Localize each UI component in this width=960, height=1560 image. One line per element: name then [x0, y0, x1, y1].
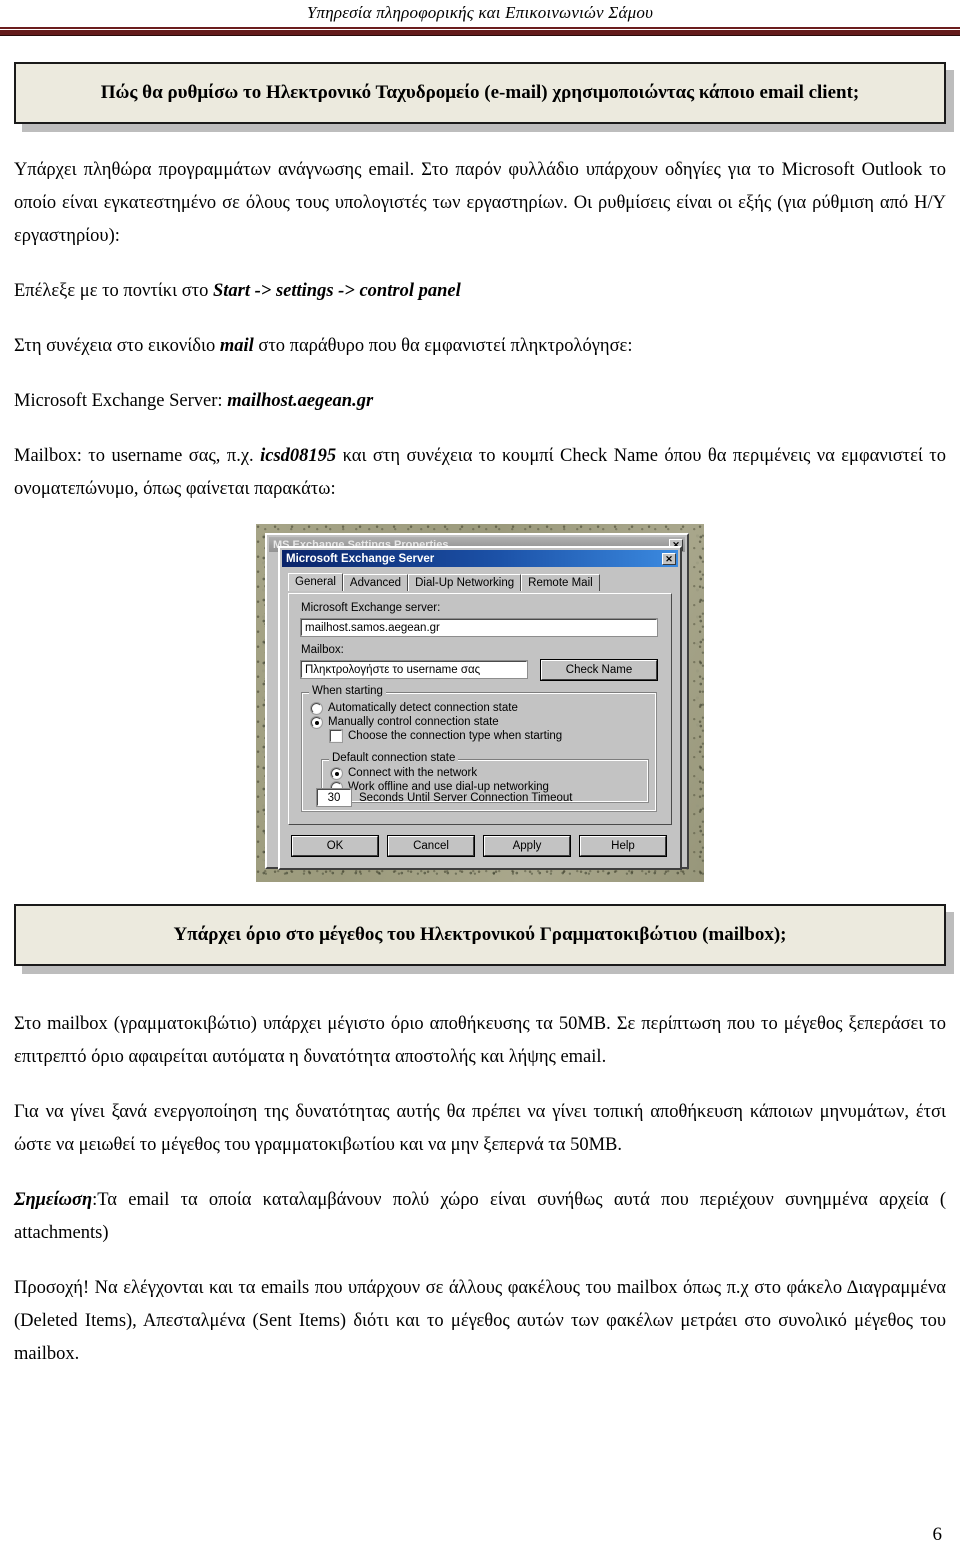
callout-2-text: Υπάρχει όριο στο μέγεθος του Ηλεκτρονικο…	[173, 924, 787, 945]
front-window-title: Microsoft Exchange Server	[286, 552, 435, 565]
intro-p2-lead: Επέλεξε με το ποντίκι στο	[14, 281, 213, 301]
radio-automatically-detect-row[interactable]: Automatically detect connection state	[310, 701, 562, 715]
check-name-emphasis: Check Name	[560, 446, 658, 466]
document-content: Πώς θα ρυθμίσω το Ηλεκτρονικό Ταχυδρομεί…	[0, 62, 960, 1371]
cancel-button[interactable]: Cancel	[387, 835, 475, 857]
header-divider-rule	[0, 27, 960, 36]
mailbox-limit-paragraph: Στο mailbox (γραμματοκιβώτιο) υπάρχει μέ…	[14, 1008, 946, 1074]
running-header-title: Υπηρεσία πληροφορικής και Επικοινωνιών Σ…	[306, 3, 654, 22]
when-starting-legend: When starting	[309, 685, 386, 697]
reactivation-lead: Για να γίνει ξανά ενεργοποίηση της δυνατ…	[14, 1102, 946, 1155]
tab-general[interactable]: General	[288, 573, 343, 591]
general-tab-panel: Microsoft Exchange server: mailhost.samo…	[288, 593, 672, 825]
radio-connect-network-label: Connect with the network	[348, 767, 478, 779]
mail-icon-emphasis: mail	[219, 336, 254, 356]
callout-1-text: Πώς θα ρυθμίσω το Ηλεκτρονικό Ταχυδρομεί…	[100, 82, 860, 103]
microsoft-exchange-server-dialog[interactable]: Microsoft Exchange Server ✕ General Adva…	[278, 546, 682, 870]
exchange-server-line: Microsoft Exchange Server: mailhost.aege…	[14, 385, 946, 418]
connection-timeout-row: 30 Seconds Until Server Connection Timeo…	[316, 788, 573, 807]
note-paragraph: Σημείωση:Τα email τα οποία καταλαμβάνουν…	[14, 1184, 946, 1250]
tab-advanced[interactable]: Advanced	[342, 574, 409, 591]
checkbox-choose-connection-type-row[interactable]: Choose the connection type when starting	[329, 729, 563, 743]
intro-paragraph-1: Υπάρχει πληθώρα προγραμμάτων ανάγνωσης e…	[14, 154, 946, 253]
dialog-button-row: OK Cancel Apply Help	[291, 835, 672, 857]
page-header: Υπηρεσία πληροφορικής και Επικοινωνιών Σ…	[0, 0, 960, 36]
front-window-titlebar[interactable]: Microsoft Exchange Server ✕	[282, 550, 678, 567]
radio-automatically-detect-icon[interactable]	[310, 701, 323, 715]
intro-paragraph-2: Επέλεξε με το ποντίκι στο Start -> setti…	[14, 275, 946, 308]
radio-automatically-detect-label: Automatically detect connection state	[328, 702, 518, 714]
mailbox-mid-text: και στη συνέχεια το κουμπί	[336, 446, 561, 466]
warning-label: Προσοχή!	[14, 1278, 90, 1298]
mailbox-limit-period: .	[601, 1047, 607, 1067]
radio-connect-network-row[interactable]: Connect with the network	[330, 766, 549, 780]
reactivation-period: .	[617, 1135, 622, 1155]
connection-timeout-input[interactable]: 30	[316, 788, 352, 807]
mailbox-limit-lead: Στο mailbox (γραμματοκιβώτιο) υπάρχει μέ…	[14, 1014, 559, 1034]
warning-paragraph: Προσοχή! Να ελέγχονται και τα emails που…	[14, 1272, 946, 1371]
username-hint: το username σας, π.χ.	[88, 446, 261, 466]
mailbox-field-label: Mailbox:	[301, 644, 344, 656]
exchange-server-input[interactable]: mailhost.samos.aegean.gr	[300, 618, 658, 637]
front-window-close-icon[interactable]: ✕	[662, 552, 676, 565]
page-number: 6	[932, 1524, 943, 1545]
callout-1-box: Πώς θα ρυθμίσω το Ηλεκτρονικό Ταχυδρομεί…	[14, 62, 946, 124]
intro-p3-tail: στο παράθυρο που θα εμφανιστεί πληκτρολό…	[253, 336, 633, 356]
connection-timeout-label: Seconds Until Server Connection Timeout	[359, 791, 573, 804]
note-text: :Τα email τα οποία καταλαμβάνουν πολύ χώ…	[14, 1190, 946, 1243]
mailbox-label-text: Mailbox:	[14, 446, 89, 466]
intro-paragraph-3: Στη συνέχεια στο εικονίδιο mail στο παρά…	[14, 330, 946, 363]
radio-connect-network-icon[interactable]	[330, 766, 343, 780]
tab-remote-mail[interactable]: Remote Mail	[521, 574, 600, 591]
intro-p1-text: Υπάρχει πληθώρα προγραμμάτων ανάγνωσης e…	[14, 160, 946, 246]
tab-dial-up-networking[interactable]: Dial-Up Networking	[408, 574, 522, 591]
note-label: Σημείωση	[14, 1190, 93, 1210]
reactivation-paragraph: Για να γίνει ξανά ενεργοποίηση της δυνατ…	[14, 1096, 946, 1162]
default-connection-state-legend: Default connection state	[329, 752, 459, 764]
apply-button[interactable]: Apply	[483, 835, 571, 857]
exchange-settings-screenshot: MS Exchange Settings Properties ✕ Micros…	[256, 524, 704, 882]
exchange-server-field-label: Microsoft Exchange server:	[301, 602, 441, 614]
callout-2-box: Υπάρχει όριο στο μέγεθος του Ηλεκτρονικο…	[14, 904, 946, 966]
help-button[interactable]: Help	[579, 835, 667, 857]
exchange-server-value: mailhost.aegean.gr	[227, 391, 374, 411]
intro-p3-lead: Στη συνέχεια στο εικονίδιο	[14, 336, 220, 356]
callout-heading-1: Πώς θα ρυθμίσω το Ηλεκτρονικό Ταχυδρομεί…	[14, 62, 954, 132]
menu-path-emphasis: Start -> settings -> control panel	[212, 281, 461, 301]
mailbox-limit-size-1: 50MB	[558, 1014, 607, 1034]
radio-manually-control-row[interactable]: Manually control connection state	[310, 715, 562, 729]
mailbox-limit-consequence: αφαιρείται αυτόματα η δυνατότητα αποστολ…	[128, 1047, 602, 1067]
checkbox-choose-connection-type-icon[interactable]	[329, 729, 343, 743]
check-name-button[interactable]: Check Name	[540, 659, 658, 681]
ok-button[interactable]: OK	[291, 835, 379, 857]
warning-text: Να ελέγχονται και τα emails που υπάρχουν…	[14, 1278, 946, 1364]
mailbox-input[interactable]: Πληκτρολογήστε το username σας	[300, 660, 528, 679]
username-example: icsd08195	[260, 446, 337, 466]
mailbox-limit-size-2: 50MB	[570, 1135, 618, 1155]
radio-manually-control-label: Manually control connection state	[328, 716, 499, 728]
dialog-tabstrip[interactable]: General Advanced Dial-Up Networking Remo…	[288, 573, 680, 591]
mailbox-instruction-line: Mailbox: το username σας, π.χ. icsd08195…	[14, 440, 946, 506]
checkbox-choose-connection-type-label: Choose the connection type when starting	[348, 730, 563, 742]
exchange-server-label: Microsoft Exchange Server:	[14, 391, 228, 411]
callout-heading-2: Υπάρχει όριο στο μέγεθος του Ηλεκτρονικο…	[14, 904, 954, 974]
radio-manually-control-icon[interactable]	[310, 715, 323, 729]
